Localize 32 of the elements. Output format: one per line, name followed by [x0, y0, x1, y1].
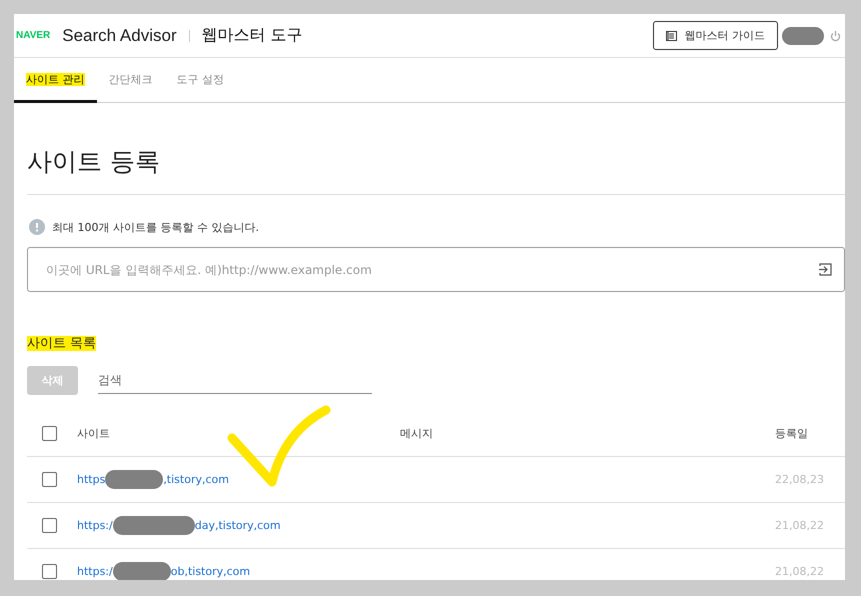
section-heading: 사이트 목록: [27, 335, 98, 352]
site-link[interactable]: https: [77, 473, 106, 486]
site-link[interactable]: https:/: [77, 565, 113, 578]
redaction-mark: [105, 470, 164, 489]
book-icon: [666, 30, 676, 40]
site-link[interactable]: ,tistory,com: [163, 473, 229, 486]
notice-text: 최대 100개 사이트를 등록할 수 있습니다.: [52, 220, 259, 234]
checkbox[interactable]: [42, 426, 57, 441]
url-field[interactable]: 이곳에 URL을 입력해주세요. 예)http://www.example.com: [27, 247, 845, 292]
guide-button[interactable]: 웹마스터 가이드: [652, 21, 778, 50]
checkbox[interactable]: [42, 564, 57, 579]
site-link[interactable]: https:/: [77, 519, 113, 532]
info-icon: [29, 219, 45, 235]
checkbox[interactable]: [42, 472, 57, 487]
date-text: 22,08,23: [775, 473, 825, 486]
site-link[interactable]: day,tistory,com: [194, 519, 281, 532]
column-header: 등록일: [775, 426, 809, 441]
date-text: 21,08,22: [775, 565, 825, 578]
redaction-mark: [112, 562, 171, 580]
tab[interactable]: 간단체크: [96, 58, 164, 103]
checkbox[interactable]: [42, 518, 57, 533]
column-header: 메시지: [400, 426, 434, 441]
product-name: Search Advisor: [62, 26, 177, 46]
site-link[interactable]: ob,tistory,com: [170, 565, 250, 578]
column-header: 사이트: [77, 426, 111, 441]
tab[interactable]: 사이트 관리: [14, 58, 96, 103]
tab[interactable]: 도구 설정: [164, 58, 236, 103]
page-title: 사이트 등록: [27, 103, 845, 195]
enter-icon[interactable]: [819, 263, 833, 276]
date-text: 21,08,22: [775, 519, 825, 532]
redaction-mark: [782, 26, 824, 44]
section-title: 웹마스터 도구: [202, 25, 303, 46]
